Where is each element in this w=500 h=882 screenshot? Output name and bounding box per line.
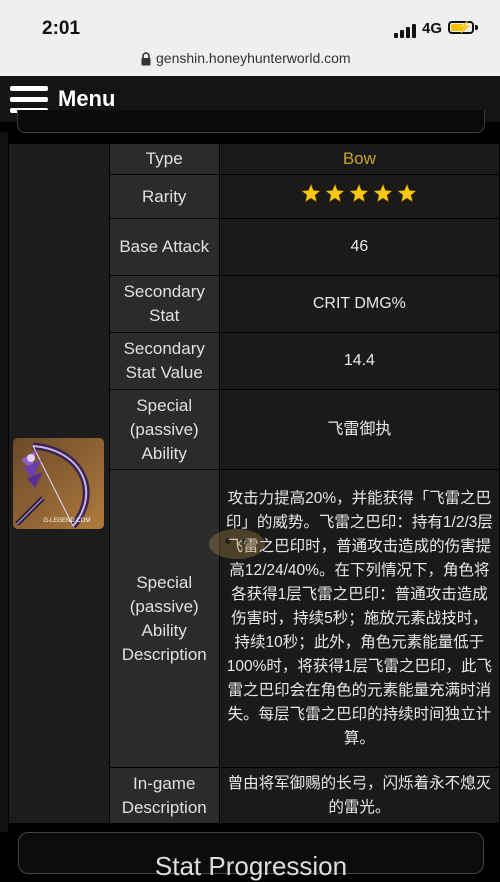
row-label: In-game Description: [108, 767, 220, 824]
star-icon: [324, 181, 347, 203]
url-text[interactable]: genshin.honeyhunterworld.com: [156, 50, 351, 66]
star-icon: [348, 181, 371, 203]
bow-icon: [13, 438, 105, 529]
row-label: Special (passive) Ability: [108, 389, 220, 470]
battery-tip: [475, 25, 478, 30]
network-type: 4G: [422, 20, 443, 37]
row-label: Type: [108, 143, 220, 175]
row-label: Secondary Stat: [108, 275, 220, 333]
base-attack-value: 46: [218, 218, 500, 276]
stat-progression-section: Stat Progression: [18, 832, 484, 881]
status-bar: 2:01 4G ⚡: [0, 0, 500, 46]
weapon-type-value: Bow: [218, 143, 500, 175]
watermark-icon: [209, 529, 265, 559]
clock-time: 2:01: [42, 18, 81, 39]
secondary-stat-value: CRIT DMG%: [218, 275, 500, 333]
weapon-stats-table: G-LEGEND.COM Type Bow Rarity Base Attack…: [8, 143, 500, 824]
in-game-description: 曾由将军御赐的长弓，闪烁着永不熄灭的雷光。: [218, 767, 500, 824]
passive-ability-description: 攻击力提高20%，并能获得「飞雷之巴印」的威势。飞雷之巴印：持有1/2/3层飞雷…: [218, 469, 500, 768]
row-label: Base Attack: [108, 218, 220, 276]
weapon-image-cell: G-LEGEND.COM: [8, 143, 110, 824]
image-watermark-text: G-LEGEND.COM: [43, 518, 91, 524]
lock-icon: [141, 52, 151, 66]
row-label: Secondary Stat Value: [108, 332, 220, 390]
browser-url-bar[interactable]: genshin.honeyhunterworld.com: [0, 46, 500, 76]
battery-icon: ⚡: [448, 20, 474, 34]
row-label: Special (passive) Ability Description: [108, 469, 220, 768]
content-left-border: [0, 132, 8, 832]
menu-button[interactable]: Menu: [58, 86, 115, 112]
passive-ability-name: 飞雷御执: [218, 389, 500, 470]
table-row: G-LEGEND.COM Type Bow: [8, 143, 500, 824]
secondary-stat-number: 14.4: [218, 332, 500, 390]
rarity-stars: [300, 181, 419, 204]
previous-section-box: [17, 110, 485, 133]
row-label: Rarity: [108, 174, 220, 219]
star-icon: [300, 181, 323, 203]
star-icon: [396, 181, 419, 203]
weapon-image: G-LEGEND.COM: [13, 438, 105, 529]
signal-icon: [394, 24, 416, 38]
star-icon: [372, 181, 395, 203]
stat-progression-title: Stat Progression: [154, 851, 348, 881]
rarity-value: [218, 174, 500, 219]
